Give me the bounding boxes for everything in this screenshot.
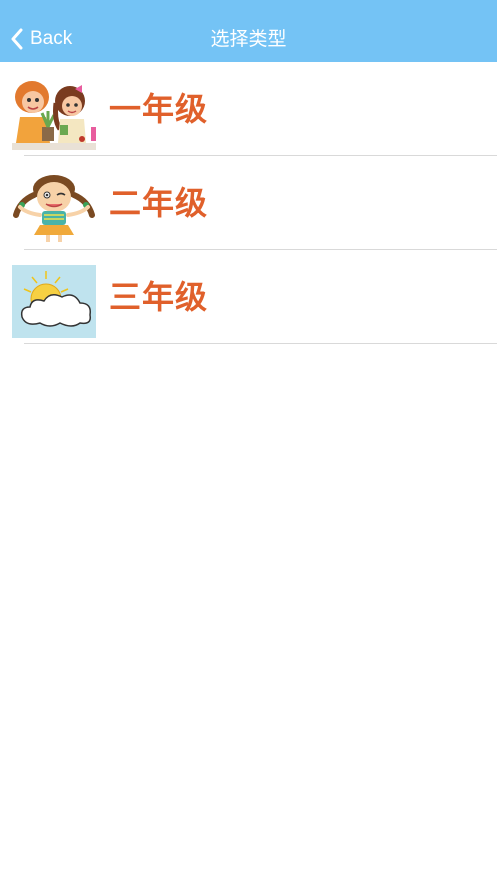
page-title: 选择类型 [210,28,287,50]
grade-label: 一年级 [109,90,209,128]
list-item-grade-3[interactable]: 三年级 [0,250,497,344]
grade-list: 一年级 二年级 三年级 [0,62,497,344]
list-item-grade-2[interactable]: 二年级 [0,156,497,250]
two-girls-illustration-icon [12,77,96,150]
list-item-grade-1[interactable]: 一年级 [0,62,497,156]
sun-behind-cloud-illustration-icon [12,265,96,338]
grade-label: 二年级 [109,184,209,222]
navigation-bar: Back 选择类型 [0,0,497,62]
grade-label: 三年级 [109,278,209,316]
row-divider [24,343,497,344]
pigtail-girl-illustration-icon [12,171,96,244]
